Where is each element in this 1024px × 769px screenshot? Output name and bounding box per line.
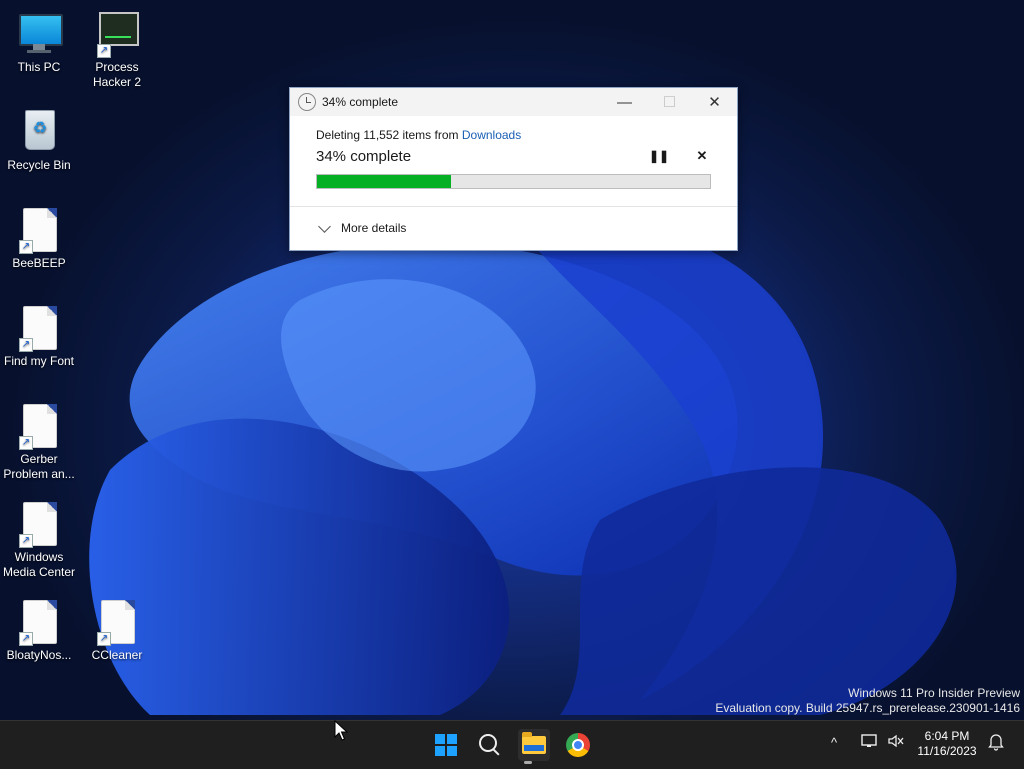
document-icon: ↗ (15, 402, 63, 450)
clock-time: 6:04 PM (924, 729, 970, 743)
desktop-icon-windows-media-center[interactable]: ↗ Windows Media Center (0, 500, 78, 580)
chrome-icon (566, 733, 590, 757)
desktop-icon-find-my-font[interactable]: ↗ Find my Font (0, 304, 78, 369)
shortcut-arrow-icon: ↗ (97, 44, 111, 58)
windows-logo-icon (435, 734, 457, 756)
process-hacker-icon: ↗ (93, 10, 141, 58)
clock-date: 11/16/2023 (917, 744, 977, 758)
desktop-icon-label: Process Hacker 2 (92, 60, 142, 89)
desktop-icon-label: This PC (17, 60, 61, 74)
watermark-line-1: Windows 11 Pro Insider Preview (848, 686, 1020, 700)
progress-bar (316, 174, 711, 189)
desktop-icon-label: Windows Media Center (2, 550, 76, 579)
taskbar: ^ 6:04 PM 11/16/2023 (0, 720, 1024, 769)
desktop-icon-recycle-bin[interactable]: ♻ Recycle Bin (0, 108, 78, 173)
clock[interactable]: 6:04 PM 11/16/2023 (912, 729, 982, 759)
active-app-indicator (524, 761, 532, 764)
deleting-status-prefix: Deleting 11,552 items from (316, 128, 462, 142)
desktop-icon-label: Gerber Problem an... (3, 452, 75, 481)
shortcut-arrow-icon: ↗ (19, 534, 33, 548)
more-details-label: More details (341, 221, 407, 235)
progress-bar-fill (317, 175, 451, 188)
delete-progress-dialog: 34% complete — ☐ ✕ Deleting 11,552 items… (289, 87, 738, 251)
close-button[interactable]: ✕ (692, 88, 737, 116)
folder-icon (522, 732, 546, 754)
desktop-icon-label: BloatyNos... (6, 648, 72, 662)
document-icon: ↗ (15, 206, 63, 254)
desktop-icon-process-hacker[interactable]: ↗ Process Hacker 2 (78, 10, 156, 90)
desktop-icon-this-pc[interactable]: This PC (0, 10, 78, 75)
maximize-button: ☐ (662, 94, 677, 111)
document-icon: ↗ (15, 500, 63, 548)
dialog-title: 34% complete (322, 95, 399, 109)
volume-muted-icon[interactable] (887, 733, 905, 752)
desktop-icon-ccleaner[interactable]: ↗ CCleaner (78, 598, 156, 663)
more-details-button[interactable]: More details (318, 219, 407, 235)
document-icon: ↗ (15, 598, 63, 646)
percent-complete-text: 34% complete (316, 147, 412, 165)
stop-button[interactable]: ✕ (693, 148, 711, 164)
desktop-icon-beebeep[interactable]: ↗ BeeBEEP (0, 206, 78, 271)
search-button[interactable] (474, 729, 506, 761)
shortcut-arrow-icon: ↗ (97, 632, 111, 646)
notification-bell-icon[interactable] (988, 733, 1004, 754)
network-icon[interactable] (861, 733, 879, 752)
document-icon: ↗ (15, 304, 63, 352)
evaluation-watermark: Windows 11 Pro Insider Preview Evaluatio… (715, 686, 1020, 716)
deleting-status: Deleting 11,552 items from Downloads (316, 128, 711, 142)
watermark-line-2: Evaluation copy. Build 25947.rs_prerelea… (715, 701, 1020, 715)
desktop-icon-label: CCleaner (91, 648, 143, 662)
shortcut-arrow-icon: ↗ (19, 436, 33, 450)
divider (290, 206, 737, 207)
downloads-link[interactable]: Downloads (462, 128, 521, 142)
search-icon (479, 734, 497, 752)
recycle-bin-icon: ♻ (15, 108, 63, 156)
chrome-button[interactable] (562, 729, 594, 761)
dialog-titlebar[interactable]: 34% complete — ☐ ✕ (290, 88, 737, 116)
clock-icon (298, 93, 316, 111)
shortcut-arrow-icon: ↗ (19, 632, 33, 646)
desktop-icon-gerber[interactable]: ↗ Gerber Problem an... (0, 402, 78, 482)
monitor-icon (15, 10, 63, 58)
start-button[interactable] (430, 729, 462, 761)
shortcut-arrow-icon: ↗ (19, 338, 33, 352)
pause-button[interactable]: ❚❚ (647, 149, 671, 163)
minimize-button[interactable]: — (602, 88, 647, 116)
desktop-icon-label: BeeBEEP (12, 256, 66, 270)
file-explorer-button[interactable] (518, 729, 550, 761)
chevron-down-icon (318, 219, 331, 233)
document-icon: ↗ (93, 598, 141, 646)
tray-overflow-chevron-icon[interactable]: ^ (831, 735, 837, 750)
shortcut-arrow-icon: ↗ (19, 240, 33, 254)
desktop-icon-label: Find my Font (3, 354, 75, 368)
desktop-icon-label: Recycle Bin (7, 158, 71, 172)
desktop-icon-bloatynosy[interactable]: ↗ BloatyNos... (0, 598, 78, 663)
